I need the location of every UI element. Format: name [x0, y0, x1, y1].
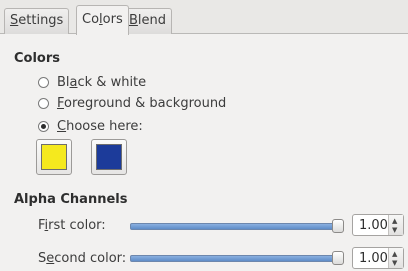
- tab-bar: Settings Colors Blend: [0, 0, 408, 35]
- first-color-slider-handle[interactable]: [332, 219, 344, 233]
- second-color-spinbox[interactable]: 1.00 ▲ ▼: [352, 247, 404, 269]
- radio-choose-here[interactable]: Choose here:: [38, 117, 143, 135]
- radio-label: Foreground & background: [57, 95, 227, 111]
- radio-label: Choose here:: [57, 118, 143, 134]
- tab-colors[interactable]: Colors: [76, 5, 129, 35]
- second-color-slider[interactable]: [130, 255, 340, 262]
- color-swatch-blue: [96, 144, 122, 170]
- first-color-slider[interactable]: [130, 223, 340, 230]
- radio-button[interactable]: [38, 76, 49, 88]
- radio-button[interactable]: [38, 97, 49, 109]
- colors-panel: Colors Black & white Foreground & backgr…: [0, 34, 408, 271]
- tab-settings[interactable]: Settings: [4, 8, 70, 34]
- radio-button-selected[interactable]: [38, 120, 49, 132]
- chevron-down-icon[interactable]: ▼: [392, 226, 397, 234]
- spin-buttons[interactable]: ▲ ▼: [388, 248, 403, 268]
- radio-foreground-background[interactable]: Foreground & background: [38, 94, 226, 112]
- chevron-up-icon[interactable]: ▲: [392, 250, 397, 258]
- color-swatch-2-button[interactable]: [91, 139, 127, 175]
- alpha-channels-heading: Alpha Channels: [14, 192, 128, 207]
- first-color-spinbox[interactable]: 1.00 ▲ ▼: [352, 214, 404, 236]
- chevron-up-icon[interactable]: ▲: [392, 217, 397, 225]
- chevron-down-icon[interactable]: ▼: [392, 259, 397, 267]
- first-color-label: First color:: [38, 218, 106, 233]
- radio-label: Black & white: [57, 74, 147, 90]
- second-color-label: Second color:: [38, 251, 127, 266]
- second-color-slider-handle[interactable]: [332, 251, 344, 265]
- spin-buttons[interactable]: ▲ ▼: [388, 215, 403, 235]
- radio-black-white[interactable]: Black & white: [38, 73, 146, 91]
- color-swatch-1-button[interactable]: [36, 139, 72, 175]
- colors-heading: Colors: [14, 51, 61, 66]
- color-swatch-yellow: [41, 144, 67, 170]
- tab-blend[interactable]: Blend: [123, 8, 173, 34]
